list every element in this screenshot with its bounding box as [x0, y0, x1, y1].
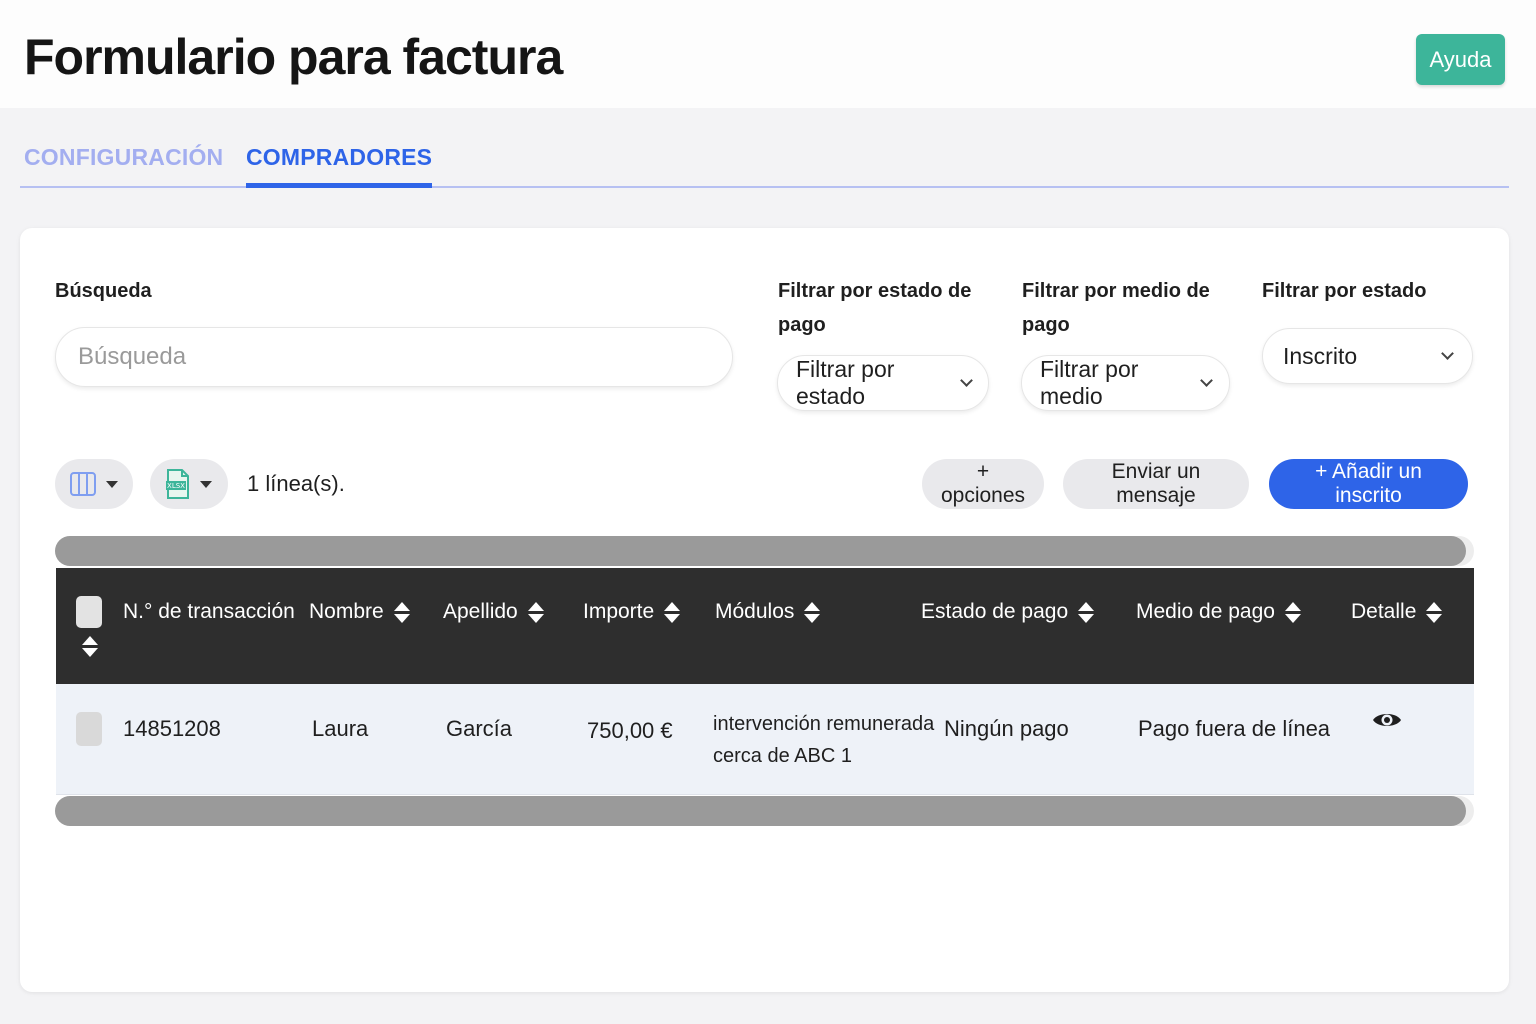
tab-bar: CONFIGURACIÓN COMPRADORES: [20, 130, 1509, 188]
search-input[interactable]: [55, 327, 733, 387]
row-count: 1 línea(s).: [247, 471, 345, 496]
payment-method-select[interactable]: Filtrar por medio: [1021, 355, 1230, 411]
table-row: 14851208 Laura García 750,00 € intervenc…: [56, 684, 1474, 795]
column-header-detalle[interactable]: Detalle: [1351, 600, 1443, 624]
payment-status-select-value: Filtrar por estado: [796, 356, 895, 409]
cell-last-name: García: [446, 716, 513, 741]
cell-payment-method: Pago fuera de línea: [1138, 716, 1331, 741]
cell-modules-line1: intervención remunerada: [713, 713, 935, 735]
sort-icon[interactable]: [1078, 601, 1095, 623]
cell-payment-status: Ningún pago: [944, 716, 1069, 741]
sort-icon[interactable]: [82, 636, 98, 657]
payment-method-filter-label-line1: Filtrar por medio de: [1022, 280, 1210, 302]
chevron-down-icon: [1201, 378, 1211, 388]
table-header: N.° de transacción Nombre Apellido Impor…: [56, 568, 1474, 684]
caret-down-icon: [200, 480, 212, 488]
column-header-medio-pago[interactable]: Medio de pago: [1136, 600, 1301, 624]
page-header: Formulario para factura Ayuda: [0, 0, 1536, 108]
scrollbar-thumb[interactable]: [55, 536, 1466, 566]
page-title: Formulario para factura: [24, 29, 563, 85]
column-header-label: Medio de pago: [1136, 600, 1275, 623]
payment-status-filter-label: Filtrar por estado de pago: [778, 274, 971, 342]
caret-down-icon: [106, 480, 118, 488]
eye-icon[interactable]: [1372, 710, 1402, 730]
payment-status-select[interactable]: Filtrar por estado: [777, 355, 989, 411]
column-header-importe[interactable]: Importe: [583, 600, 681, 624]
row-checkbox[interactable]: [76, 712, 102, 746]
cell-first-name: Laura: [312, 716, 369, 741]
sort-icon[interactable]: [1284, 601, 1301, 623]
help-button[interactable]: Ayuda: [1416, 34, 1505, 85]
sort-icon[interactable]: [664, 601, 681, 623]
column-header-label: Detalle: [1351, 600, 1417, 623]
column-header-estado-pago[interactable]: Estado de pago: [921, 600, 1095, 624]
svg-text:XLSX: XLSX: [167, 482, 185, 490]
column-header-apellido[interactable]: Apellido: [443, 600, 544, 624]
status-filter-label: Filtrar por estado: [1262, 280, 1427, 302]
tab-configuracion[interactable]: CONFIGURACIÓN: [24, 144, 223, 171]
payment-status-filter-label-line2: pago: [778, 314, 826, 336]
search-label: Búsqueda: [55, 280, 152, 302]
status-select-value: Inscrito: [1283, 342, 1358, 369]
scrollbar-thumb[interactable]: [55, 796, 1466, 826]
payment-status-filter-label-line1: Filtrar por estado de: [778, 280, 972, 302]
horizontal-scrollbar-bottom[interactable]: [55, 796, 1474, 826]
chevron-down-icon: [1442, 351, 1452, 361]
cell-transaction: 14851208: [123, 716, 221, 741]
column-header-label: Módulos: [715, 600, 795, 623]
buyers-panel: Búsqueda Filtrar por estado de pago Filt…: [20, 228, 1509, 992]
select-all-checkbox[interactable]: [76, 596, 102, 628]
cell-modules-line2: cerca de ABC 1: [713, 745, 852, 767]
payment-method-select-value: Filtrar por medio: [1040, 356, 1139, 409]
options-button[interactable]: + opciones: [922, 459, 1044, 509]
payment-method-filter-label-line2: pago: [1022, 314, 1070, 336]
send-message-button[interactable]: Enviar un mensaje: [1063, 459, 1249, 509]
horizontal-scrollbar-top[interactable]: [55, 536, 1474, 566]
column-header-modulos[interactable]: Módulos: [715, 600, 821, 624]
xlsx-file-icon: XLSX: [166, 469, 189, 499]
sort-icon[interactable]: [804, 601, 821, 623]
cell-amount: 750,00 €: [587, 718, 673, 743]
payment-method-filter-label: Filtrar por medio de pago: [1022, 274, 1210, 342]
export-button[interactable]: XLSX: [150, 459, 228, 509]
cell-modules: intervención remunerada cerca de ABC 1: [713, 708, 934, 772]
columns-toggle-button[interactable]: [55, 459, 133, 509]
sort-icon[interactable]: [527, 601, 544, 623]
status-select[interactable]: Inscrito: [1262, 328, 1473, 384]
column-header-label: Estado de pago: [921, 600, 1069, 623]
column-header-label: N.° de transacción: [123, 600, 295, 623]
sort-icon[interactable]: [393, 601, 410, 623]
column-header-label: Apellido: [443, 600, 518, 623]
tab-compradores[interactable]: COMPRADORES: [246, 144, 433, 188]
chevron-down-icon: [961, 378, 970, 388]
column-header-nombre[interactable]: Nombre: [309, 600, 410, 624]
column-header-label: Importe: [583, 600, 655, 623]
column-header-label: Nombre: [309, 600, 384, 623]
add-registrant-button[interactable]: + Añadir un inscrito: [1269, 459, 1468, 509]
column-header-transaction[interactable]: N.° de transacción: [123, 600, 295, 624]
columns-icon: [70, 472, 96, 496]
sort-icon[interactable]: [1426, 601, 1443, 623]
